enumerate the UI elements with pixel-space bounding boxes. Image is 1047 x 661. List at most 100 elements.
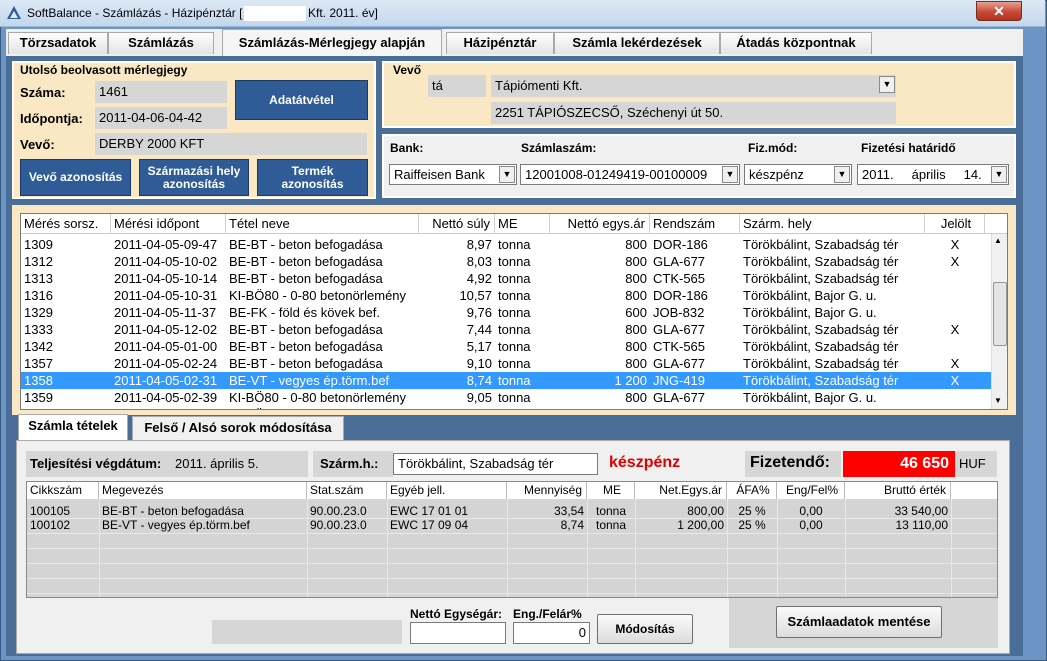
chevron-down-icon[interactable]: ▼ [499, 166, 515, 183]
cell-jelolt: X [950, 356, 960, 371]
cell-idopont: 2011-04-05-02-24 [114, 356, 218, 371]
fetch-data-button[interactable]: Adatátvétel [235, 80, 368, 120]
table-row[interactable]: 1313 2011-04-05-10-14 BE-BT - beton befoga… [21, 270, 991, 287]
cell-idopont: 2011-04-05-10-31 [114, 288, 218, 303]
ticket-time-label: Időpontja: [20, 111, 83, 126]
col-header-netto-suly[interactable]: Nettó súly [419, 214, 495, 234]
col-header-rendszam[interactable]: Rendszám [650, 214, 740, 234]
tab-szamla-lekerdezesek[interactable]: Számla lekérdezések [554, 32, 720, 54]
due-date-picker[interactable]: 2011. április 14. ▼ [857, 164, 1009, 185]
col-header-cikkszam[interactable]: Cikkszám [27, 482, 99, 499]
customer-select[interactable]: Tápiómenti Kft. ▼ [491, 75, 896, 97]
col-header-netto-egysar[interactable]: Nettó egys.ár [550, 214, 650, 234]
col-header-afa[interactable]: ÁFA% [727, 482, 777, 499]
cell-netto-egysar: 600 [625, 305, 647, 320]
invoice-items-grid[interactable]: Cikkszám Megevezés Stat.szám Egyéb jell.… [26, 481, 998, 598]
scroll-down-icon[interactable]: ▼ [994, 396, 1002, 405]
chevron-down-icon[interactable]: ▼ [879, 76, 895, 93]
table-row[interactable]: 1342 2011-04-05-01-00 BE-BT - beton befoga… [21, 338, 991, 355]
table-row[interactable]: 1312 2011-04-05-10-02 BE-BT - beton befoga… [21, 253, 991, 270]
chevron-down-icon[interactable]: ▼ [991, 166, 1007, 183]
cell-netto-egysar: 800 [625, 271, 647, 286]
net-price-input[interactable] [410, 622, 506, 644]
save-invoice-button[interactable]: Számlaadatok mentése [776, 606, 942, 638]
tab-torzsadatok[interactable]: Törzsadatok [8, 32, 108, 54]
chevron-down-icon[interactable]: ▼ [834, 166, 850, 183]
bank-value: Raiffeisen Bank [394, 167, 485, 182]
tab-felso-also-sorok[interactable]: Felső / Alsó sorok módosítása [132, 416, 344, 440]
buyer-identify-button[interactable]: Vevő azonosítás [20, 159, 131, 196]
col-header-megevezes[interactable]: Megevezés [99, 482, 307, 499]
table-row[interactable]: 13632011-04-05-03-00KI-BÖ80 - 0-80 beton… [21, 406, 991, 409]
cell-me: tonna [498, 373, 531, 388]
grid-line [951, 499, 952, 597]
scrollbar-thumb[interactable] [993, 282, 1007, 346]
table-row[interactable]: 1357 2011-04-05-02-24 BE-BT - beton befoga… [21, 355, 991, 372]
cell-megevezes: BE-VT - vegyes ép.törm.bef [102, 518, 250, 532]
col-header-net-egysar[interactable]: Net.Egys.ár [635, 482, 727, 499]
cell-jelolt: X [950, 254, 960, 269]
col-header-eng-fel[interactable]: Eng/Fel% [777, 482, 845, 499]
cell-szarm-hely: Törökbálint, Szabadság tér [743, 322, 899, 337]
cell-me: tonna [498, 390, 531, 405]
close-button[interactable]: ✕ [976, 1, 1022, 21]
col-header-tetel-neve[interactable]: Tétel neve [226, 214, 419, 234]
col-header-me[interactable]: ME [495, 214, 550, 234]
table-row[interactable]: 1333 2011-04-05-12-02 BE-BT - beton befoga… [21, 321, 991, 338]
bank-select[interactable]: Raiffeisen Bank ▼ [389, 164, 517, 185]
tab-szamlazas-merlegjegy[interactable]: Számlázás-Mérlegjegy alapján [222, 29, 442, 56]
cell-rendszam: DOR-186 [653, 288, 708, 303]
pay-mode-label: Fiz.mód: [748, 141, 798, 155]
chevron-down-icon[interactable]: ▼ [722, 166, 738, 183]
col-header-meres-sorsz[interactable]: Mérés sorsz. [21, 214, 111, 234]
origin-identify-button[interactable]: Származási hely azonosítás [139, 159, 249, 196]
measurements-header: Mérés sorsz. Mérési időpont Tétel neve N… [21, 214, 1007, 234]
cell-jelolt: X [950, 322, 960, 337]
col-header-empty [951, 482, 997, 499]
cell-afa: 25 % [738, 504, 766, 518]
product-identify-button[interactable]: Termék azonosítás [257, 159, 368, 196]
cell-mennyiseg: 8,74 [560, 518, 584, 532]
scroll-up-icon[interactable]: ▲ [994, 236, 1002, 245]
tab-hazipenztar[interactable]: Házipénztár [446, 32, 554, 54]
invoice-date-label: Teljesítési végdátum: [30, 456, 162, 471]
measurements-grid[interactable]: Mérés sorsz. Mérési időpont Tétel neve N… [20, 213, 1008, 410]
tab-atadas-kozpontnak[interactable]: Átadás központnak [720, 32, 872, 54]
cell-szarm-hely: Törökbálint, Szabadság tér [743, 254, 899, 269]
tab-szamlazas[interactable]: Számlázás [108, 32, 214, 54]
account-value: 12001008-01249419-00100009 [525, 167, 708, 182]
pay-mode-select[interactable]: készpénz ▼ [744, 164, 852, 185]
col-header-me2[interactable]: ME [587, 482, 635, 499]
modify-button[interactable]: Módosítás [597, 614, 693, 644]
cell-sorsz: 1359 [24, 390, 53, 405]
cell-sorsz: 1316 [24, 288, 53, 303]
customer-code[interactable]: tá [428, 75, 486, 97]
table-row[interactable]: 1359 2011-04-05-02-39 KI-BÖ80 - 0-80 beton… [21, 389, 991, 406]
cell-tetel-neve: BE-VT - vegyes ép.törm.bef [229, 373, 390, 388]
cell-idopont: 2011-04-05-12-02 [114, 322, 218, 337]
measurements-scrollbar[interactable]: ▲ ▼ [991, 234, 1007, 409]
col-header-statszam[interactable]: Stat.szám [307, 482, 387, 499]
cell-idopont: 2011-04-05-03-00 [111, 406, 226, 409]
col-header-meresi-idopont[interactable]: Mérési időpont [111, 214, 226, 234]
col-header-szarm-hely[interactable]: Szárm. hely [740, 214, 925, 234]
invoice-origin-input[interactable]: Törökbálint, Szabadság tér [393, 453, 598, 475]
cell-me: tonna [498, 339, 531, 354]
invoice-pay-mode: készpénz [609, 454, 681, 471]
col-header-brutto[interactable]: Bruttó érték [845, 482, 951, 499]
discount-input[interactable]: 0 [513, 622, 590, 644]
cell-net-egysar: 800,00 [687, 504, 724, 518]
table-row[interactable]: 1358 2011-04-05-02-31 BE-VT - vegyes ép.tö… [21, 372, 991, 389]
cell-netto-egysar: 1 200 [614, 373, 647, 388]
table-row[interactable]: 1329 2011-04-05-11-37 BE-FK - föld és köve… [21, 304, 991, 321]
cell-jelolt [925, 338, 985, 355]
col-header-egyeb-jell[interactable]: Egyéb jell. [387, 482, 507, 499]
tab-szamla-tetelek[interactable]: Számla tételek [18, 414, 128, 441]
ticket-buyer-value: DERBY 2000 KFT [95, 133, 367, 155]
col-header-mennyiseg[interactable]: Mennyiség [507, 482, 587, 499]
cell-rendszam: GLA-677 [653, 390, 706, 405]
col-header-jelolt[interactable]: Jelölt [925, 214, 985, 234]
table-row[interactable]: 1316 2011-04-05-10-31 KI-BÖ80 - 0-80 beton… [21, 287, 991, 304]
account-select[interactable]: 12001008-01249419-00100009 ▼ [520, 164, 740, 185]
table-row[interactable]: 1309 2011-04-05-09-47 BE-BT - beton befoga… [21, 236, 991, 253]
